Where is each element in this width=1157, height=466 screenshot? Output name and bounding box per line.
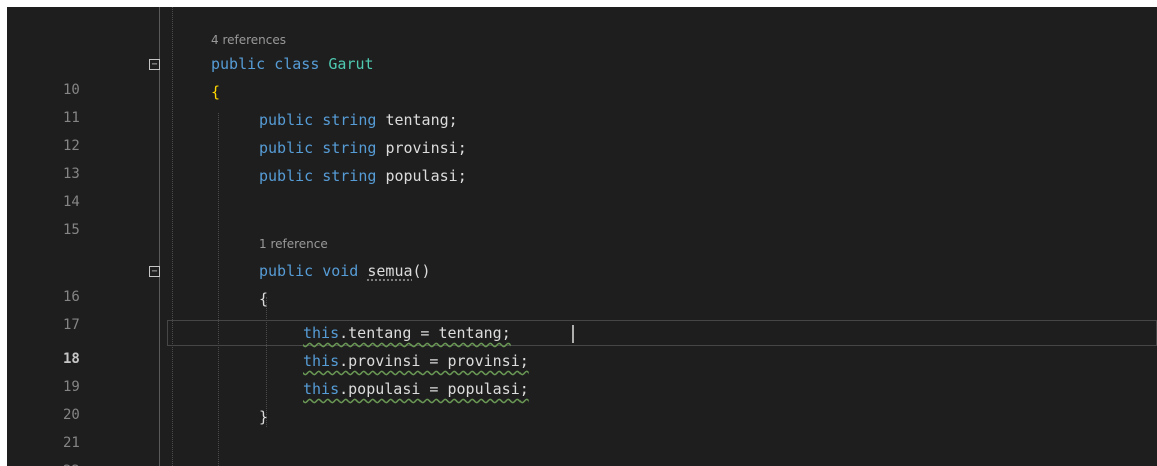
field-name: tentang (385, 111, 449, 129)
code-line-13[interactable]: 13 public string provinsi; (7, 135, 1157, 182)
value-name: provinsi (447, 352, 520, 370)
keyword: class (274, 55, 320, 73)
semicolon: ; (448, 111, 458, 129)
line-number: 22 (63, 458, 123, 466)
keyword: public (259, 262, 314, 280)
code-line-10[interactable]: 10 public class Garut (7, 51, 1157, 98)
method-name: semua (367, 262, 413, 280)
semicolon: ; (457, 167, 467, 185)
open-brace: { (259, 290, 269, 308)
codelens-class-references[interactable]: 4 references (211, 32, 286, 48)
code-line-12[interactable]: 12 public string tentang; (7, 107, 1157, 154)
keyword: public (259, 167, 314, 185)
keyword-this: this (303, 380, 340, 398)
keyword: string (322, 167, 377, 185)
class-name: Garut (328, 55, 374, 73)
field-name: provinsi (348, 352, 421, 370)
text-caret (572, 325, 574, 343)
code-line-15[interactable]: 15 (7, 191, 1157, 238)
dot: . (339, 380, 349, 398)
open-brace: { (211, 83, 221, 101)
parentheses: () (412, 262, 431, 280)
field-name: populasi (385, 167, 458, 185)
keyword: public (259, 139, 314, 157)
field-name: populasi (348, 380, 421, 398)
code-editor[interactable]: 4 references 1 reference − − 10 public c… (7, 7, 1157, 466)
field-name: tentang (348, 324, 412, 342)
value-name: populasi (447, 380, 520, 398)
codelens-method-references[interactable]: 1 reference (259, 236, 328, 252)
keyword: public (259, 111, 314, 129)
code-line-11[interactable]: 11 { (7, 79, 1157, 126)
semicolon: ; (519, 352, 529, 370)
keyword: string (322, 111, 377, 129)
semicolon: ; (501, 324, 511, 342)
close-brace: } (259, 408, 269, 426)
keyword-this: this (303, 352, 340, 370)
keyword-this: this (303, 324, 340, 342)
keyword: string (322, 139, 377, 157)
code-line-17[interactable]: 17 { (7, 286, 1157, 333)
keyword: public (211, 55, 266, 73)
code-line-18[interactable]: 18 this.tentang = tentang; (7, 320, 1157, 367)
dot: . (339, 352, 349, 370)
code-line-20[interactable]: 20 this.populasi = populasi; (7, 376, 1157, 423)
code-line-19[interactable]: 19 this.provinsi = provinsi; (7, 348, 1157, 395)
dot: . (339, 324, 349, 342)
assign-operator: = (420, 352, 448, 370)
line-number: 15 (63, 222, 80, 238)
code-line-21[interactable]: 21 } (7, 404, 1157, 451)
assign-operator: = (420, 380, 448, 398)
keyword: void (322, 262, 359, 280)
assign-operator: = (411, 324, 439, 342)
semicolon: ; (457, 139, 467, 157)
value-name: tentang (438, 324, 502, 342)
semicolon: ; (519, 380, 529, 398)
field-name: provinsi (385, 139, 458, 157)
code-line-22[interactable]: 22 (7, 432, 1157, 466)
code-line-16[interactable]: 16 public void semua() (7, 258, 1157, 305)
code-line-14[interactable]: 14 public string populasi; (7, 163, 1157, 210)
